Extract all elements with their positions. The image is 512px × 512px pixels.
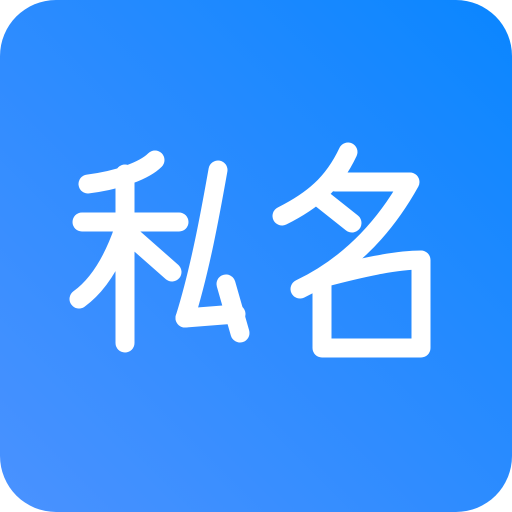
app-icon-logotype <box>69 142 431 358</box>
glyph-si <box>69 150 250 353</box>
app-icon[interactable] <box>0 0 512 512</box>
glyph-ming <box>272 142 431 358</box>
